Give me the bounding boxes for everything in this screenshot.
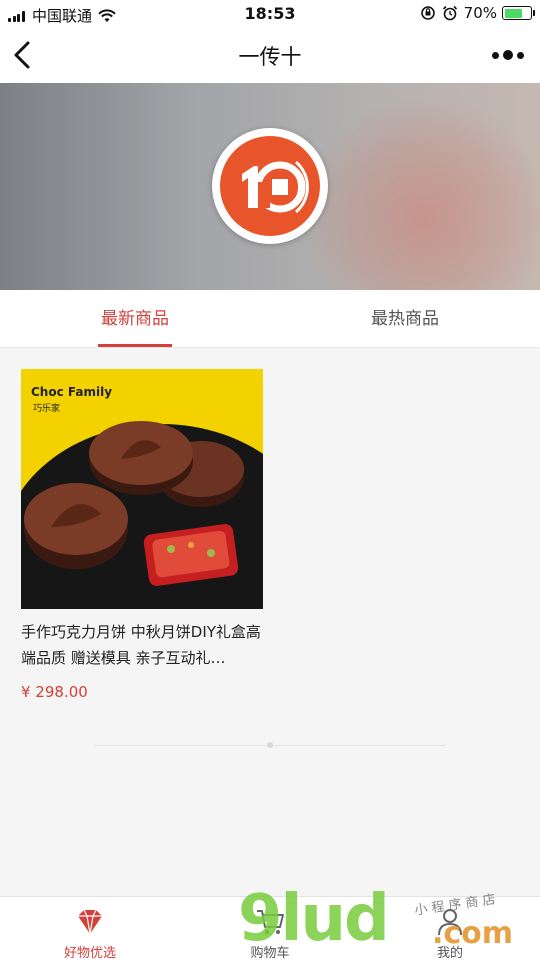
product-image[interactable]: Choc Family 巧乐家: [21, 369, 263, 609]
product-tabs: 最新商品 最热商品: [0, 290, 540, 348]
store-logo-icon: [220, 136, 320, 236]
store-logo: [212, 128, 328, 244]
tab-newest[interactable]: 最新商品: [0, 290, 270, 348]
end-of-list-dot: [267, 742, 273, 748]
nav-bar: 一传十: [0, 28, 540, 83]
status-bar: 中国联通 18:53 70%: [0, 0, 540, 28]
tab-hottest[interactable]: 最热商品: [270, 290, 540, 348]
product-card[interactable]: Choc Family 巧乐家 手作巧克力月饼 中秋月饼DIY礼盒高端品质 赠送…: [21, 369, 263, 701]
bottom-tab-bar: 好物优选 购物车 我的: [0, 896, 540, 960]
product-title[interactable]: 手作巧克力月饼 中秋月饼DIY礼盒高端品质 赠送模具 亲子互动礼…: [21, 619, 263, 671]
diamond-icon: [78, 909, 102, 935]
battery-icon: [502, 6, 535, 20]
tabbar-item-home[interactable]: 好物优选: [0, 897, 180, 960]
product-image-brand: Choc Family: [31, 385, 113, 399]
tabbar-item-me[interactable]: 我的: [360, 897, 540, 960]
orientation-lock-icon: [420, 6, 435, 20]
tabbar-item-cart[interactable]: 购物车: [180, 897, 360, 960]
banner-background: [300, 93, 540, 290]
alarm-icon: [442, 5, 457, 21]
status-right: 70%: [420, 4, 535, 22]
tabbar-label-cart: 购物车: [250, 946, 290, 960]
page-title: 一传十: [238, 45, 302, 69]
tabbar-label-me: 我的: [436, 946, 463, 960]
active-tab-indicator: [98, 344, 172, 347]
more-dots-icon[interactable]: [488, 50, 524, 60]
battery-percent: 70%: [463, 4, 497, 22]
product-price: ¥ 298.00: [21, 683, 88, 701]
cart-icon: [257, 910, 284, 934]
store-banner: [0, 83, 540, 290]
battery-fill: [504, 8, 522, 18]
product-image-brand-cn: 巧乐家: [33, 404, 61, 414]
tabbar-label-home: 好物优选: [63, 946, 116, 960]
user-icon: [438, 909, 462, 936]
